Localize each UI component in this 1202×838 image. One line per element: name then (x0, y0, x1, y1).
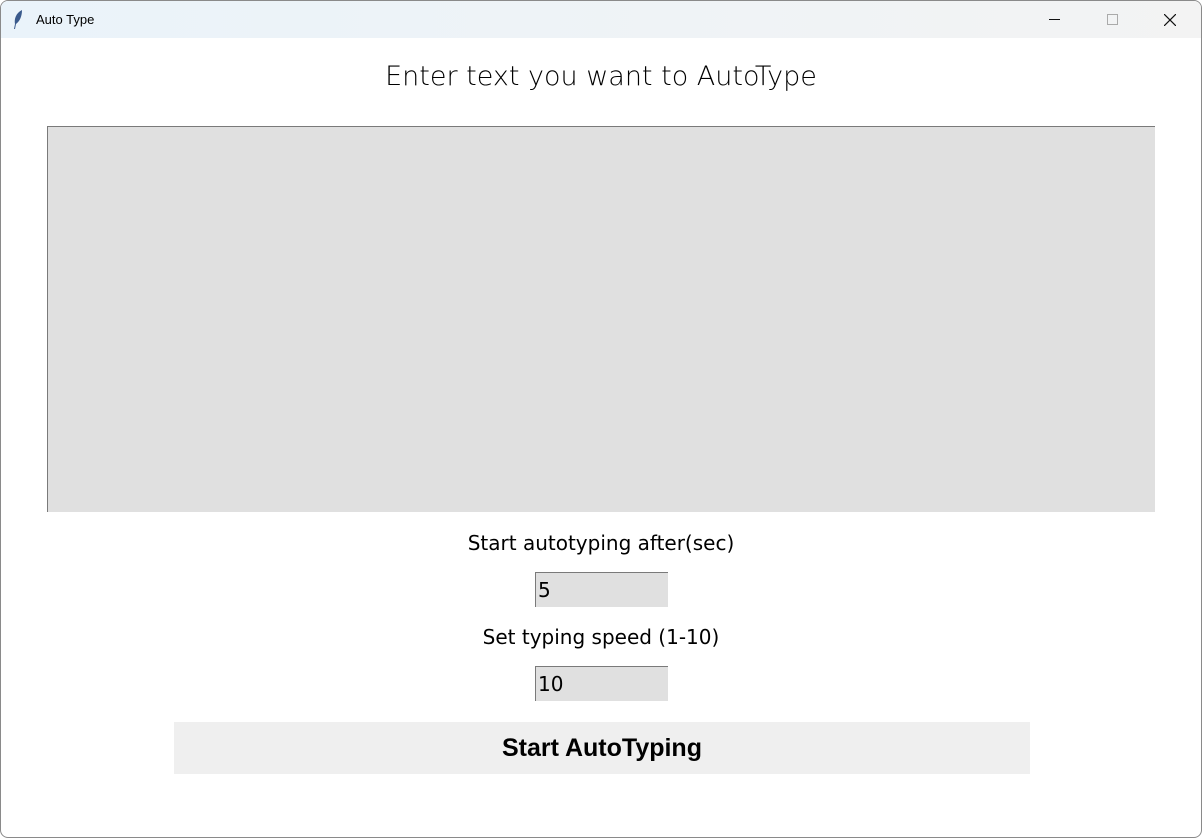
feather-icon (14, 10, 22, 29)
minimize-button[interactable] (1025, 1, 1083, 38)
delay-label: Start autotyping after(sec) (467, 531, 735, 555)
maximize-button[interactable] (1083, 1, 1141, 38)
close-icon (1164, 13, 1176, 26)
minimize-icon (1048, 18, 1060, 20)
speed-input[interactable]: 10 (535, 666, 668, 701)
delay-input[interactable]: 5 (535, 572, 668, 607)
window-title: Auto Type (36, 12, 95, 27)
close-button[interactable] (1141, 1, 1199, 38)
app-window: Auto Type Enter text you want to AutoTyp… (0, 0, 1202, 838)
autotype-text-area[interactable] (47, 126, 1155, 512)
maximize-icon (1106, 14, 1118, 25)
start-autotyping-button[interactable]: Start AutoTyping (174, 722, 1030, 774)
speed-label: Set typing speed (1-10) (482, 625, 720, 649)
title-bar[interactable]: Auto Type (1, 1, 1201, 38)
page-heading: Enter text you want to AutoType (385, 61, 817, 92)
